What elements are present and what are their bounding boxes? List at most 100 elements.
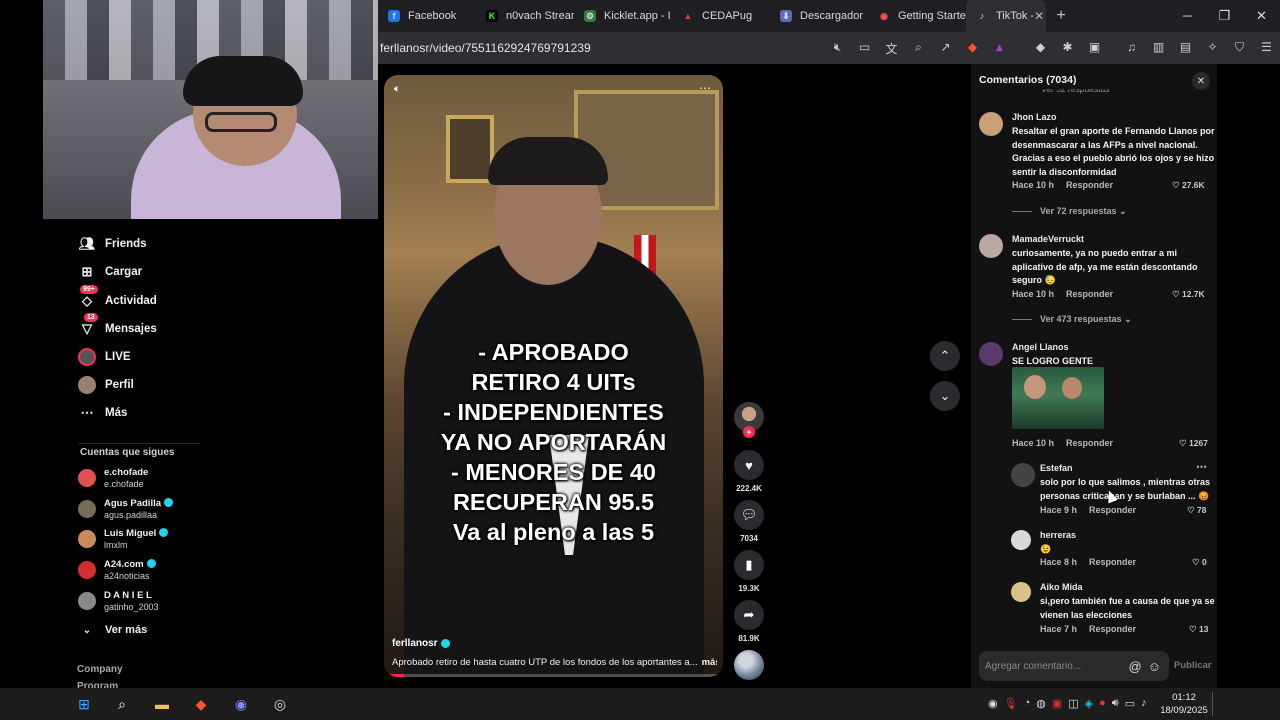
extensions-icon[interactable]: ✱: [1054, 40, 1081, 57]
following-item[interactable]: D A N I E Lgatinho_2003: [78, 586, 159, 616]
tray-app2-icon[interactable]: ▣: [1052, 697, 1062, 710]
comment-gif[interactable]: [1012, 367, 1104, 429]
avatar[interactable]: [1011, 530, 1031, 550]
reply-button[interactable]: Responder: [1089, 624, 1136, 634]
comment-author[interactable]: Estefan: [1040, 463, 1073, 473]
comment-author[interactable]: Angel Llanos: [1012, 342, 1069, 352]
comment-like[interactable]: ♡ 78: [1187, 505, 1206, 516]
tray-app3-icon[interactable]: ◫: [1068, 697, 1078, 710]
mention-icon[interactable]: @: [1129, 659, 1142, 674]
close-tab-icon[interactable]: ✕: [1034, 9, 1044, 23]
nav-upload[interactable]: ⊞ Cargar: [78, 260, 143, 284]
close-window-button[interactable]: ✕: [1243, 8, 1280, 24]
leo-icon[interactable]: ✧: [1199, 40, 1226, 57]
avatar[interactable]: [979, 342, 1003, 366]
avatar[interactable]: [1011, 582, 1031, 602]
comment-options-icon[interactable]: ⋯: [1196, 460, 1207, 473]
next-video-button[interactable]: ⌄: [930, 381, 960, 411]
file-explorer-icon[interactable]: ▬: [151, 694, 173, 714]
tray-mic-icon[interactable]: 🎙︎: [1004, 697, 1018, 710]
comment-like[interactable]: ♡ 12.7K: [1172, 289, 1205, 300]
search-icon[interactable]: ⌕: [111, 694, 133, 714]
obs-icon[interactable]: ◎: [269, 694, 291, 714]
comment-author[interactable]: Aiko Mida: [1040, 582, 1083, 592]
emoji-icon[interactable]: ☺: [1148, 659, 1161, 674]
comment-input[interactable]: Agregar comentario... @ ☺: [979, 651, 1169, 681]
video-progress-bar[interactable]: [384, 674, 723, 677]
follow-plus-icon[interactable]: +: [743, 426, 755, 438]
comment-author[interactable]: Jhon Lazo: [1012, 112, 1057, 122]
reply-button[interactable]: Responder: [1066, 438, 1113, 448]
following-item[interactable]: A24.com a24noticias: [78, 555, 156, 585]
video-player[interactable]: 🔈︎ ⋯ - APROBADO RETIRO 4 UITs - INDEPEND…: [384, 75, 723, 677]
reply-button[interactable]: Responder: [1066, 180, 1113, 190]
wallet-2-icon[interactable]: ▤: [1172, 40, 1199, 57]
brave-rewards-icon[interactable]: ▲: [986, 40, 1013, 57]
comment-author[interactable]: herreras: [1040, 530, 1076, 540]
tray-app5-icon[interactable]: ●: [1099, 697, 1106, 710]
zoom-icon[interactable]: ⌕: [905, 40, 932, 57]
screenshot-icon[interactable]: ▣: [1081, 40, 1108, 57]
nav-messages[interactable]: ▽ 13 Mensajes: [78, 313, 157, 341]
previous-video-button[interactable]: ⌃: [930, 341, 960, 371]
tray-app-icon[interactable]: ◔: [1024, 697, 1031, 710]
close-comments-button[interactable]: ✕: [1192, 72, 1210, 90]
view-replies-button[interactable]: Ver 72 respuestas ⌄: [1012, 206, 1127, 217]
new-tab-button[interactable]: +: [1046, 7, 1076, 25]
wallet-icon[interactable]: ◆: [1027, 40, 1054, 57]
comment-like[interactable]: ♡ 0: [1192, 557, 1207, 568]
publish-button[interactable]: Publicar: [1174, 660, 1212, 671]
reply-button[interactable]: Responder: [1089, 557, 1136, 567]
menu-icon[interactable]: ☰: [1253, 40, 1280, 57]
minimize-button[interactable]: ─: [1169, 8, 1206, 24]
avatar[interactable]: [979, 234, 1003, 258]
music-icon[interactable]: ♫: [1118, 40, 1145, 57]
reply-button[interactable]: Responder: [1066, 289, 1113, 299]
tab-cedapug[interactable]: ▲ CEDAPug: [672, 0, 770, 32]
footer-company[interactable]: Company: [77, 664, 123, 675]
following-item[interactable]: Agus Padilla agus.padillaa: [78, 494, 174, 524]
url-input[interactable]: ferllanosr/video/7551162924769791239: [380, 41, 824, 55]
tab-getting-started[interactable]: ◉ Getting Starte: [868, 0, 966, 32]
nav-friends[interactable]: 👥︎ Friends: [78, 232, 147, 256]
avatar[interactable]: [979, 112, 1003, 136]
following-item[interactable]: e.chofade e.chofade: [78, 463, 148, 493]
network-icon[interactable]: ▭: [1125, 697, 1135, 710]
volume-icon[interactable]: 🔈︎: [394, 83, 401, 96]
save-button[interactable]: ▮: [734, 550, 764, 580]
system-clock[interactable]: 01:12 18/09/2025: [1160, 691, 1208, 717]
volume-tray-icon[interactable]: 🔊︎: [1112, 697, 1119, 710]
mute-icon[interactable]: 🔇︎: [824, 40, 851, 57]
tray-steam-icon[interactable]: ◍: [1036, 697, 1046, 710]
nav-more[interactable]: ⋯ Más: [78, 401, 128, 425]
nav-activity[interactable]: ◇ 99+ Actividad: [78, 285, 157, 313]
cast-icon[interactable]: ▭: [851, 40, 878, 57]
like-button[interactable]: ♥: [734, 450, 764, 480]
more-link[interactable]: más: [702, 657, 717, 668]
tab-kicklet[interactable]: ⚙ Kicklet.app - I: [574, 0, 672, 32]
view-replies-button[interactable]: Ver 473 respuestas ⌄: [1012, 314, 1132, 325]
following-item[interactable]: Luis Miguel lmxlm: [78, 524, 169, 554]
vpn-icon[interactable]: ⛉: [1226, 40, 1253, 57]
comment-author[interactable]: MamadeVerruckt: [1012, 234, 1084, 244]
share-button[interactable]: ➦: [734, 600, 764, 630]
video-options-icon[interactable]: ⋯: [699, 81, 711, 95]
comment-like[interactable]: ♡ 27.6K: [1172, 180, 1205, 191]
comment-button[interactable]: 💬︎: [734, 500, 764, 530]
tab-descargador[interactable]: ⬇ Descargador: [770, 0, 868, 32]
tab-tiktok[interactable]: ♪ TikTok - ✕: [966, 0, 1046, 32]
brave-browser-icon[interactable]: ◆: [190, 694, 212, 714]
see-more-button[interactable]: ⌄ Ver más: [78, 618, 147, 642]
comment-like[interactable]: ♡ 13: [1189, 624, 1208, 635]
windows-start-icon[interactable]: ⊞: [73, 694, 95, 714]
nav-live[interactable]: LIVE: [78, 345, 131, 369]
video-author[interactable]: ferllanosr: [392, 638, 450, 649]
tray-discord-icon[interactable]: ◉: [988, 697, 998, 710]
sidebar-icon[interactable]: ▥: [1145, 40, 1172, 57]
tab-kick[interactable]: Kn0vach Stream: [476, 0, 574, 32]
avatar[interactable]: [1011, 463, 1035, 487]
translate-icon[interactable]: 文: [878, 40, 905, 57]
nav-profile[interactable]: Perfil: [78, 373, 134, 397]
share-icon[interactable]: ↗: [932, 40, 959, 57]
music-disc[interactable]: [734, 650, 764, 680]
